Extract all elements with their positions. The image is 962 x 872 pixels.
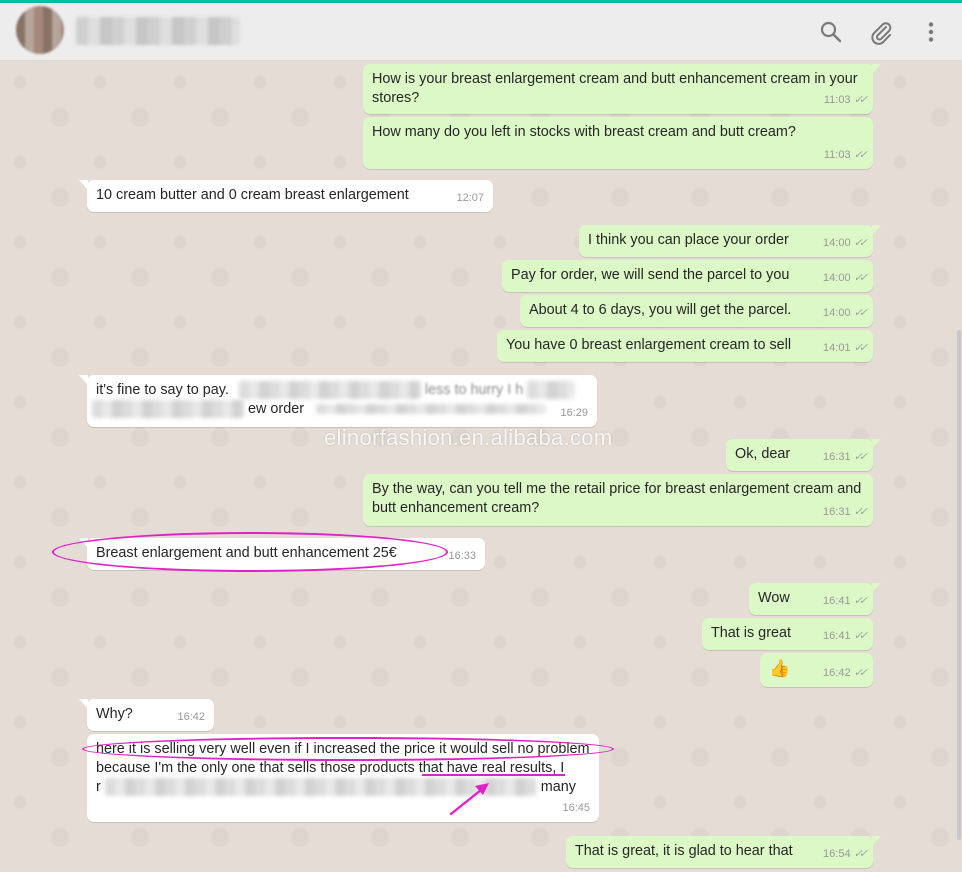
message-time: 16:31: [823, 506, 851, 518]
message-time: 16:33: [448, 550, 476, 562]
message-outgoing[interactable]: By the way, can you tell me the retail p…: [363, 474, 873, 526]
message-text: Why?: [96, 706, 133, 722]
message-outgoing[interactable]: 👍 16:42 ✓✓: [760, 653, 873, 687]
redacted-text: [316, 404, 546, 415]
message-text-partial: ew order: [248, 401, 304, 417]
redacted-text: [92, 400, 244, 419]
watermark: elinorfashion.en.alibaba.com: [324, 425, 613, 450]
message-text: Breast enlargement and butt enhancement …: [96, 545, 397, 561]
message-text-partial: less to hurry I h: [424, 382, 524, 398]
message-outgoing[interactable]: You have 0 breast enlargement cream to s…: [497, 330, 873, 362]
chat-header: [0, 3, 962, 61]
message-text: 10 cream butter and 0 cream breast enlar…: [96, 187, 409, 203]
message-outgoing[interactable]: How is your breast enlargement cream and…: [363, 64, 881, 114]
message-time: 14:01: [823, 342, 851, 354]
message-text: How is your breast enlargement cream and…: [372, 71, 858, 106]
message-text: How many do you left in stocks with brea…: [372, 124, 796, 140]
read-ticks-icon: ✓✓: [853, 149, 869, 161]
message-time: 16:41: [823, 630, 851, 642]
paperclip-icon[interactable]: [868, 19, 894, 45]
highlight-underline: [422, 774, 565, 776]
message-incoming[interactable]: here it is selling very well even if I i…: [87, 734, 599, 822]
message-text: here it is selling very well even if I i…: [96, 741, 590, 757]
message-time: 14:00: [823, 237, 851, 249]
message-outgoing[interactable]: I think you can place your order 14:00 ✓✓: [579, 225, 881, 257]
message-outgoing[interactable]: How many do you left in stocks with brea…: [363, 117, 873, 169]
message-outgoing[interactable]: That is great, it is glad to hear that 1…: [566, 836, 881, 868]
contact-avatar[interactable]: [16, 6, 64, 54]
search-icon[interactable]: [818, 19, 844, 45]
read-ticks-icon: ✓✓: [853, 595, 869, 607]
read-ticks-icon: ✓✓: [853, 506, 869, 518]
message-text: it's fine to say to pay.: [96, 382, 229, 398]
message-time: 16:31: [823, 451, 851, 463]
message-text-partial: many: [540, 779, 576, 795]
message-incoming[interactable]: it's fine to say to pay. less to hurry I…: [79, 375, 597, 427]
read-ticks-icon: ✓✓: [853, 667, 869, 679]
read-ticks-icon: ✓✓: [853, 848, 869, 860]
read-ticks-icon: ✓✓: [853, 307, 869, 319]
message-time: 16:54: [823, 848, 851, 860]
read-ticks-icon: ✓✓: [853, 342, 869, 354]
message-text: By the way, can you tell me the retail p…: [372, 481, 862, 516]
scrollbar-thumb[interactable]: [957, 330, 961, 840]
redacted-text: [238, 381, 421, 400]
message-text: Wow: [758, 590, 790, 606]
message-text: Ok, dear: [735, 446, 791, 462]
redacted-text: [527, 381, 576, 400]
message-time: 11:03: [823, 94, 851, 106]
message-time: 16:41: [823, 595, 851, 607]
read-ticks-icon: ✓✓: [853, 272, 869, 284]
message-outgoing[interactable]: That is great 16:41 ✓✓: [702, 618, 873, 650]
message-list[interactable]: How is your breast enlargement cream and…: [0, 62, 962, 872]
thumbs-up-emoji: 👍: [769, 659, 791, 678]
message-time: 16:45: [562, 802, 590, 814]
message-text-partial: r: [96, 779, 101, 795]
message-time: 12:07: [456, 192, 484, 204]
read-ticks-icon: ✓✓: [853, 94, 869, 106]
message-text: About 4 to 6 days, you will get the parc…: [529, 302, 792, 318]
message-time: 16:42: [823, 667, 851, 679]
message-text: That is great: [711, 625, 791, 641]
message-incoming[interactable]: Breast enlargement and butt enhancement …: [79, 538, 485, 570]
message-outgoing[interactable]: About 4 to 6 days, you will get the parc…: [520, 295, 873, 327]
message-text: That is great, it is glad to hear that: [575, 843, 793, 859]
contact-name-blurred[interactable]: [76, 17, 240, 45]
message-text: You have 0 breast enlargement cream to s…: [506, 337, 792, 353]
message-incoming[interactable]: 10 cream butter and 0 cream breast enlar…: [79, 180, 493, 212]
message-text: I think you can place your order: [588, 232, 789, 248]
kebab-menu-icon[interactable]: [918, 19, 944, 45]
message-incoming[interactable]: Why? 16:42: [79, 699, 214, 731]
message-outgoing[interactable]: Wow 16:41 ✓✓: [749, 583, 881, 615]
message-time: 11:03: [823, 149, 851, 161]
read-ticks-icon: ✓✓: [853, 451, 869, 463]
highlight-arrow-icon: [449, 783, 489, 816]
read-ticks-icon: ✓✓: [853, 237, 869, 249]
message-time: 16:42: [177, 711, 205, 723]
message-text: Pay for order, we will send the parcel t…: [511, 267, 790, 283]
message-outgoing[interactable]: Ok, dear 16:31 ✓✓: [726, 439, 881, 471]
message-time: 14:00: [823, 272, 851, 284]
message-outgoing[interactable]: Pay for order, we will send the parcel t…: [502, 260, 873, 292]
message-time: 14:00: [823, 307, 851, 319]
message-time: 16:29: [560, 407, 588, 419]
read-ticks-icon: ✓✓: [853, 630, 869, 642]
